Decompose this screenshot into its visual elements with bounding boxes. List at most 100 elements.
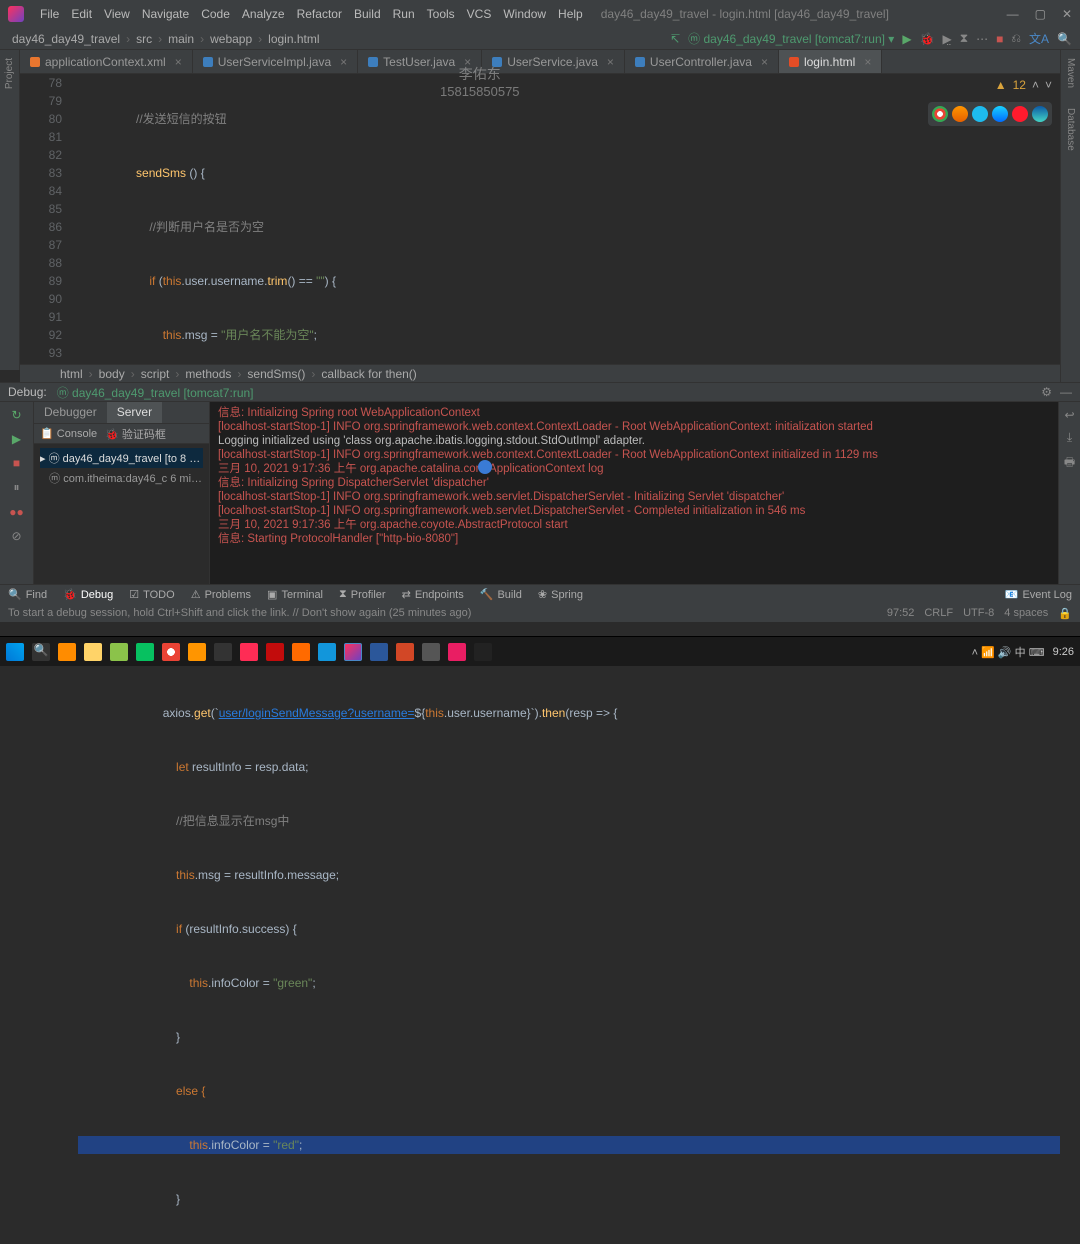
breadcrumb-main[interactable]: main (164, 32, 198, 46)
hide-icon[interactable]: — (1060, 385, 1072, 399)
notepadpp-icon[interactable] (110, 643, 128, 661)
firefox-taskbar-icon[interactable] (188, 643, 206, 661)
intellij-icon[interactable] (344, 643, 362, 661)
tool-maven[interactable]: Maven (1065, 58, 1076, 88)
tab-usercontroller[interactable]: UserController.java× (625, 50, 779, 73)
tab-applicationcontext[interactable]: applicationContext.xml× (20, 50, 193, 73)
menu-tools[interactable]: Tools (421, 7, 461, 21)
app-icon-3[interactable] (422, 643, 440, 661)
tool-debug[interactable]: 🐞 Debug (63, 588, 113, 601)
tool-todo[interactable]: ☑ TODO (129, 588, 174, 601)
git-icon[interactable]: ⎌ (1011, 31, 1021, 46)
menu-refactor[interactable]: Refactor (291, 7, 348, 21)
tool-profiler[interactable]: ⧗ Profiler (339, 588, 386, 601)
console-toggle[interactable]: 📋 Console (40, 427, 97, 440)
menu-run[interactable]: Run (387, 7, 421, 21)
breadcrumb-webapp[interactable]: webapp (206, 32, 256, 46)
wechat-icon[interactable] (136, 643, 154, 661)
douyin-icon[interactable] (240, 643, 258, 661)
breadcrumb-file[interactable]: login.html (264, 32, 323, 46)
tab-close-icon[interactable]: × (175, 55, 182, 69)
crumb-body[interactable]: body (99, 367, 125, 381)
translate-icon[interactable]: 文A (1029, 30, 1049, 47)
resume-icon[interactable]: ▶ (12, 432, 21, 446)
menu-vcs[interactable]: VCS (461, 7, 498, 21)
tab-userserviceimpl[interactable]: UserServiceImpl.java× (193, 50, 358, 73)
tab-testuser[interactable]: TestUser.java× (358, 50, 482, 73)
coverage-icon[interactable]: ▶̤ (943, 32, 952, 46)
app-icon-2[interactable] (318, 643, 336, 661)
profile-icon[interactable]: ⧗ (960, 31, 968, 46)
crumb-html[interactable]: html (60, 367, 83, 381)
netease-icon[interactable] (266, 643, 284, 661)
debugger-tab[interactable]: Debugger (34, 402, 107, 423)
debug-config[interactable]: ⓜ day46_day49_travel [tomcat7:run] (57, 384, 254, 401)
close-icon[interactable]: ✕ (1062, 7, 1072, 21)
lock-icon[interactable]: 🔒 (1058, 607, 1072, 620)
crumb-sendsms[interactable]: sendSms() (247, 367, 305, 381)
tool-event-log[interactable]: 📧 Event Log (1005, 588, 1072, 601)
menu-build[interactable]: Build (348, 7, 387, 21)
mute-breakpoints-icon[interactable]: ⊘ (11, 529, 21, 543)
menu-edit[interactable]: Edit (65, 7, 98, 21)
ppt-icon[interactable] (396, 643, 414, 661)
menu-navigate[interactable]: Navigate (136, 7, 195, 21)
debug-icon[interactable]: 🐞 (920, 32, 935, 46)
tool-project[interactable]: Project (4, 58, 15, 89)
taskbar-clock[interactable]: 9:26 (1053, 646, 1074, 658)
app-icon-4[interactable] (448, 643, 466, 661)
line-separator[interactable]: CRLF (924, 607, 953, 620)
tool-find[interactable]: 🔍 Find (8, 588, 47, 601)
explorer-icon[interactable] (84, 643, 102, 661)
menu-window[interactable]: Window (497, 7, 552, 21)
tool-endpoints[interactable]: ⇄ Endpoints (402, 588, 464, 601)
tab-userservice[interactable]: UserService.java× (482, 50, 625, 73)
crumb-methods[interactable]: methods (185, 367, 231, 381)
attach-icon[interactable]: ⋯ (976, 32, 988, 46)
menu-file[interactable]: File (34, 7, 65, 21)
minimize-icon[interactable]: — (1007, 7, 1019, 21)
file-encoding[interactable]: UTF-8 (963, 607, 994, 620)
tab-login-html[interactable]: login.html× (779, 50, 882, 73)
app-icon[interactable] (292, 643, 310, 661)
start-icon[interactable] (6, 643, 24, 661)
server-tab[interactable]: Server (107, 402, 162, 423)
chrome-taskbar-icon[interactable] (162, 643, 180, 661)
system-tray[interactable]: ˄ 📶 🔊 中 ⌨ (972, 644, 1045, 660)
menu-help[interactable]: Help (552, 7, 589, 21)
menu-view[interactable]: View (98, 7, 136, 21)
tool-terminal[interactable]: ▣ Terminal (267, 588, 323, 601)
stop-icon[interactable]: ■ (13, 456, 20, 470)
scroll-end-icon[interactable]: ⤓ (1067, 430, 1072, 445)
search-icon[interactable]: 🔍 (1057, 32, 1072, 46)
stop-icon[interactable]: ■ (996, 32, 1003, 46)
breadcrumb-project[interactable]: day46_day49_travel (8, 32, 124, 46)
maximize-icon[interactable]: ▢ (1035, 7, 1046, 21)
validate-toggle[interactable]: 🐞 验证码框 (105, 426, 166, 442)
menu-code[interactable]: Code (195, 7, 236, 21)
console-output[interactable]: 信息: Initializing Spring root WebApplicat… (210, 402, 1058, 584)
menu-analyze[interactable]: Analyze (236, 7, 291, 21)
code-editor[interactable]: ▲ 12 ˄ ˅ 7879808182838485868788899091929… (20, 74, 1060, 364)
tool-database[interactable]: Database (1065, 108, 1076, 151)
gear-icon[interactable]: ⚙ (1041, 385, 1052, 399)
view-breakpoints-icon[interactable]: ●● (9, 505, 24, 519)
tool-problems[interactable]: ⚠ Problems (191, 588, 251, 601)
search-taskbar-icon[interactable]: 🔍 (32, 643, 50, 661)
crumb-callback[interactable]: callback for then() (321, 367, 416, 381)
tool-build[interactable]: 🔨 Build (480, 588, 522, 601)
rerun-icon[interactable]: ↻ (11, 408, 21, 422)
caret-position[interactable]: 97:52 (887, 607, 915, 620)
run-icon[interactable]: ▶ (902, 32, 911, 46)
frame-row[interactable]: ▸ ⓜ day46_day49_travel [to 8 min, 57 sec (40, 448, 203, 468)
app-icon-5[interactable] (474, 643, 492, 661)
frame-row[interactable]: ⓜ com.itheima:day46_c 6 min, 55 sec (40, 468, 203, 488)
run-config-selector[interactable]: ⓜ day46_day49_travel [tomcat7:run] ▾ (688, 30, 894, 47)
print-icon[interactable]: 🖶 (1064, 453, 1075, 474)
everything-icon[interactable] (58, 643, 76, 661)
pause-icon[interactable]: ⏸ (13, 480, 19, 495)
tool-spring[interactable]: ❀ Spring (538, 588, 583, 601)
indent-setting[interactable]: 4 spaces (1004, 607, 1048, 620)
word-icon[interactable] (370, 643, 388, 661)
crumb-script[interactable]: script (141, 367, 170, 381)
